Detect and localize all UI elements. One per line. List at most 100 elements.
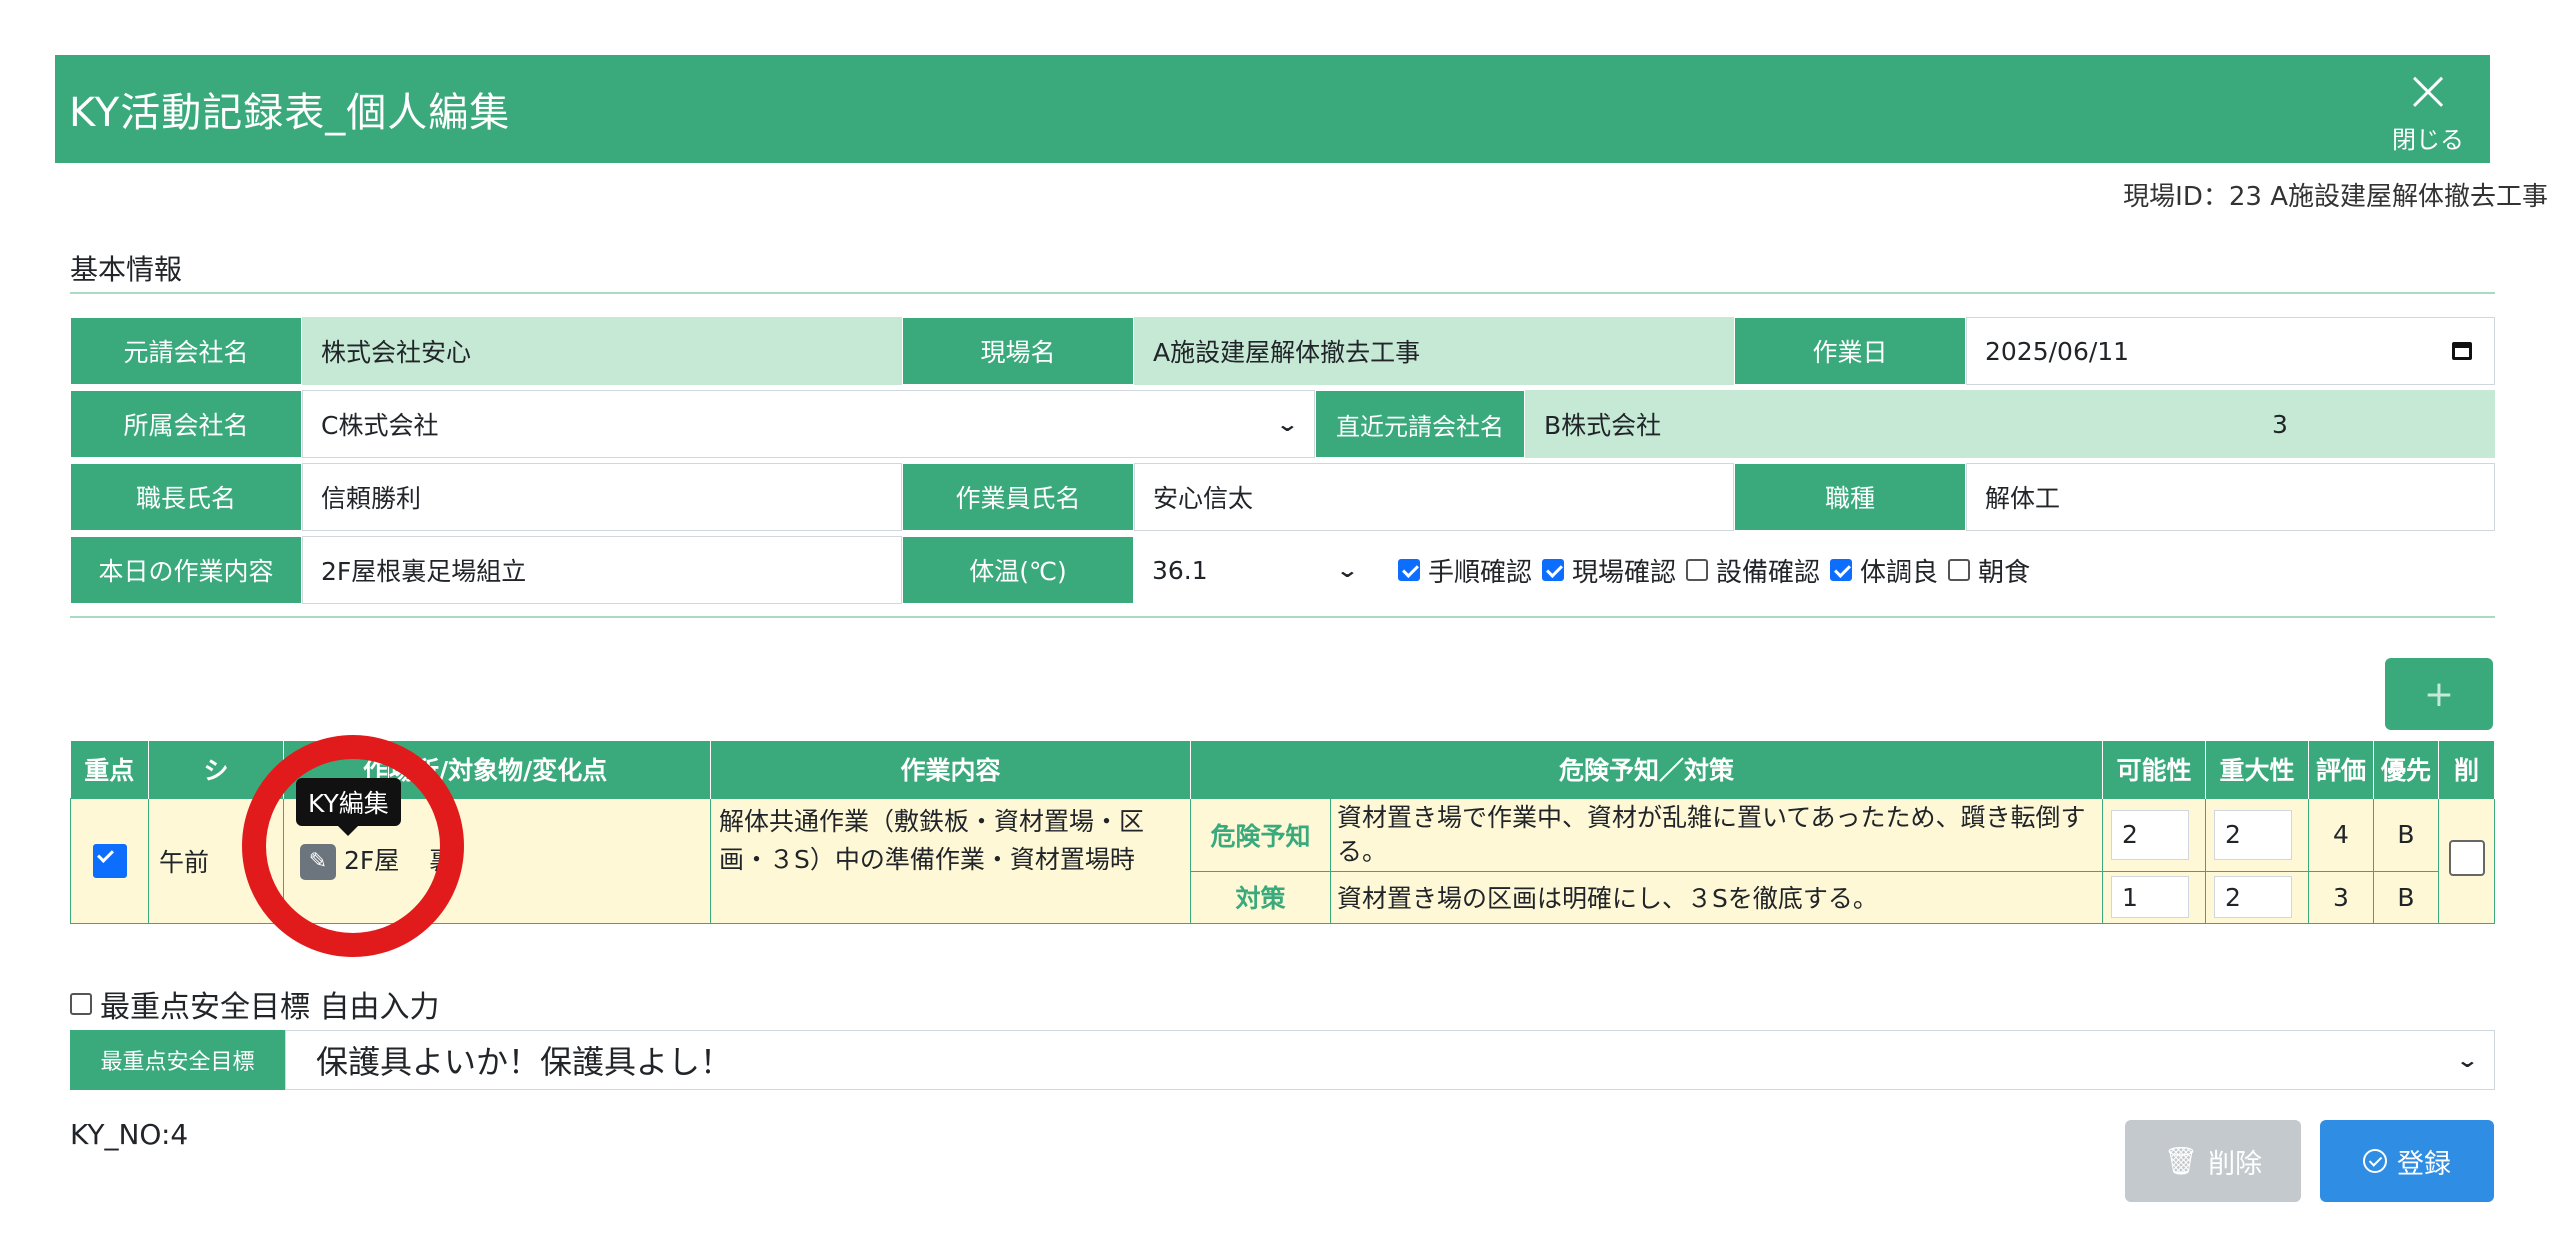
check-label: 設備確認 [1716,557,1821,588]
temp-value: 36.1 [1152,555,1208,585]
free-input-label: 最重点安全目標 自由入力 [100,990,440,1025]
goal-label: 最重点安全目標 [70,1030,285,1090]
job-type-label: 職種 [1734,463,1966,531]
section-title: 基本情報 [70,253,183,286]
task-field[interactable]: 2F屋根裏足場組立 [302,536,902,604]
prime-company-field: 株式会社安心 [302,317,902,385]
checkbox[interactable] [1542,559,1565,581]
check-circle-icon [2363,1149,2387,1173]
direct-prime-label: 直近元請会社名 [1315,390,1525,458]
divider [70,292,2495,294]
delete-cell[interactable] [2438,797,2495,924]
direct-prime-number: 3 [2253,390,2495,458]
work-date-input[interactable]: 2025/06/11 [1966,317,2495,385]
task-label: 本日の作業内容 [70,536,302,604]
ky-number: KY_NO:4 [70,1118,189,1151]
measure-tag: 対策 [1190,870,1331,924]
prio-cell: B [2373,870,2439,924]
check-label: 体調良 [1860,557,1939,588]
check-procedure[interactable]: 手順確認 [1388,552,1532,589]
close-button[interactable]: × 閉じる [2388,55,2468,155]
severity-cell[interactable]: 2 [2205,870,2309,924]
delete-button[interactable]: 🗑 削除 [2125,1120,2301,1202]
divider [70,616,2495,618]
affiliate-label: 所属会社名 [70,390,302,458]
chevron-down-icon: ⌄ [1335,558,1360,582]
check-group: 手順確認 現場確認 設備確認 体調良 朝食 [1374,536,2030,604]
add-row-button[interactable]: + [2385,658,2493,730]
check-breakfast[interactable]: 朝食 [1938,552,2030,589]
calendar-icon[interactable] [2452,342,2472,360]
close-icon: × [2403,55,2453,124]
work-cell: 解体共通作業（敷鉄板・資材置場・区画・３S）中の準備作業・資材置場時 [710,797,1191,924]
free-input-toggle[interactable]: 最重点安全目標 自由入力 [70,982,440,1026]
foreman-field[interactable]: 信頼勝利 [302,463,902,531]
worker-label: 作業員氏名 [902,463,1134,531]
place-text: 2F屋 [344,846,400,875]
priority-cell[interactable] [70,797,149,924]
priority-checkbox[interactable] [92,843,127,878]
eval-cell: 3 [2308,870,2374,924]
check-equipment[interactable]: 設備確認 [1676,552,1820,589]
severity-input[interactable]: 2 [2214,876,2292,918]
check-health[interactable]: 体調良 [1820,552,1938,589]
col-severity: 重大性 [2205,741,2309,798]
place-text-tail: 裏 [429,846,455,875]
edit-icon[interactable]: ✎ [300,844,336,880]
eval-cell: 4 [2308,797,2374,872]
checkbox[interactable] [1830,559,1853,581]
chevron-down-icon: ⌄ [2455,1048,2480,1072]
close-label: 閉じる [2392,125,2464,154]
temp-select[interactable]: 36.1 ⌄ [1134,536,1374,604]
affiliate-select[interactable]: C株式会社 ⌄ [302,390,1315,458]
checkbox[interactable] [1948,559,1971,581]
possibility-cell[interactable]: 2 [2102,797,2206,872]
col-possibility: 可能性 [2102,741,2206,798]
job-type-field[interactable]: 解体工 [1966,463,2495,531]
work-date-label: 作業日 [1734,317,1966,385]
basic-info-grid: 元請会社名 株式会社安心 現場名 A施設建屋解体撤去工事 作業日 2025/06… [70,317,2495,609]
edit-tooltip: KY編集 [296,778,401,836]
possibility-input[interactable]: 1 [2111,876,2189,918]
severity-input[interactable]: 2 [2214,809,2292,860]
site-name-label: 現場名 [902,317,1134,385]
goal-select[interactable]: 保護具よいか！保護具よし！ ⌄ [285,1030,2495,1090]
hazard-text: 資材置き場で作業中、資材が乱雑に置いてあったため、躓き転倒する。 [1330,797,2103,872]
site-id-text: 現場ID：23 A施設建屋解体撤去工事 [2123,182,2548,212]
col-priority: 重点 [70,741,149,798]
title-bar: KY活動記録表_個人編集 × 閉じる [55,55,2490,163]
delete-checkbox[interactable] [2448,839,2485,876]
possibility-cell[interactable]: 1 [2102,870,2206,924]
shift-cell: 午前 [148,797,284,924]
goal-row: 最重点安全目標 保護具よいか！保護具よし！ ⌄ [70,1030,2495,1090]
hazard-tag: 危険予知 [1190,797,1331,872]
worker-field[interactable]: 安心信太 [1134,463,1734,531]
page-title: KY活動記録表_個人編集 [69,90,511,136]
col-delete: 削 [2438,741,2495,798]
col-shift: シ [148,741,284,798]
col-work: 作業内容 [710,741,1191,798]
col-hazard: 危険予知／対策 [1190,741,2103,798]
direct-prime-field: B株式会社 [1525,390,2253,458]
register-label: 登録 [2397,1148,2451,1180]
foreman-label: 職長氏名 [70,463,302,531]
check-site[interactable]: 現場確認 [1532,552,1676,589]
free-input-checkbox[interactable] [70,993,92,1015]
col-place: 場所/対象物/変化点 [388,741,711,798]
register-button[interactable]: 登録 [2320,1120,2494,1202]
prio-cell: B [2373,797,2439,872]
ky-table: 重点 シ 作 場所/対象物/変化点 作業内容 危険予知／対策 可能性 重大性 評… [70,741,2495,924]
trash-icon: 🗑 [2163,1146,2199,1177]
measure-text: 資材置き場の区画は明確にし、３Sを徹底する。 [1330,870,2103,924]
possibility-input[interactable]: 2 [2111,809,2189,860]
checkbox[interactable] [1398,559,1420,581]
severity-cell[interactable]: 2 [2205,797,2309,872]
affiliate-value: C株式会社 [321,411,439,440]
goal-value: 保護具よいか！保護具よし！ [316,1043,733,1081]
work-date-value: 2025/06/11 [1985,336,2130,366]
prime-company-label: 元請会社名 [70,317,302,385]
temp-label: 体温(℃) [902,536,1134,604]
col-prio: 優先 [2373,741,2439,798]
check-label: 手順確認 [1428,557,1533,588]
checkbox[interactable] [1686,559,1709,581]
